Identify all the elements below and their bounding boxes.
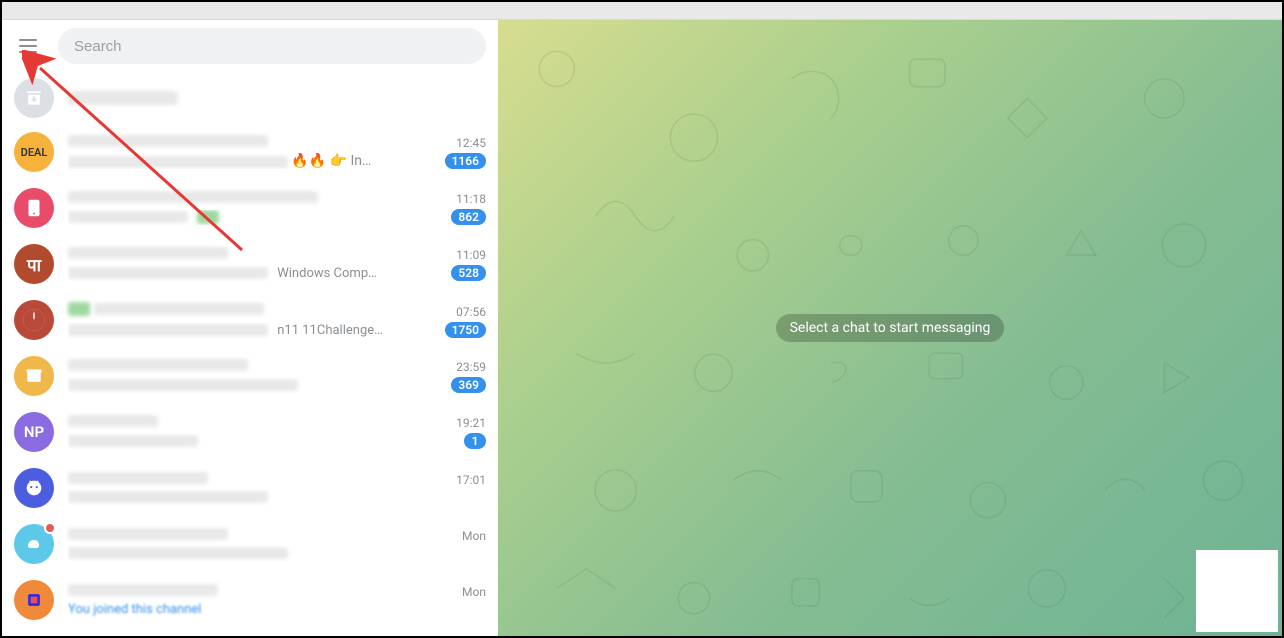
avatar (14, 524, 54, 564)
avatar (14, 468, 54, 508)
chat-row[interactable]: DEAL 12:45 🔥🔥 👉 In… 1166 (2, 124, 498, 180)
content: DEAL 12:45 🔥🔥 👉 In… 1166 (2, 20, 1282, 636)
chat-message (68, 434, 456, 449)
empty-state-message: Select a chat to start messaging (776, 314, 1005, 342)
avatar (14, 580, 54, 620)
chat-row[interactable]: 11:18 862 (2, 180, 498, 236)
avatar (14, 300, 54, 340)
chat-message (68, 546, 486, 561)
sidebar-header (2, 20, 498, 72)
chat-time: 11:09 (456, 248, 486, 262)
chat-message: You joined this channel (68, 602, 486, 617)
archived-chats-row[interactable] (2, 72, 498, 124)
sidebar: DEAL 12:45 🔥🔥 👉 In… 1166 (2, 20, 498, 636)
unread-badge: 1166 (445, 153, 486, 169)
chat-row[interactable]: 07:56 n11 11Challenge… 1750 (2, 292, 498, 348)
chat-message: Windows Comp… (68, 266, 443, 281)
chat-name-blurred (68, 584, 218, 596)
chat-time: 11:18 (456, 192, 486, 206)
unread-badge: 862 (451, 209, 486, 225)
chat-time: Mon (462, 529, 486, 543)
archive-icon (14, 78, 54, 118)
chat-time: 23:59 (456, 360, 486, 374)
chat-message: n11 11Challenge… (68, 323, 437, 338)
avatar: NP (14, 412, 54, 452)
menu-button[interactable] (10, 28, 46, 64)
chat-row[interactable]: पा 11:09 Windows Comp… 528 (2, 236, 498, 292)
avatar (14, 188, 54, 228)
chat-name-blurred (68, 359, 248, 371)
unread-badge: 369 (451, 377, 486, 393)
chat-message: 🔥🔥 👉 In… (68, 153, 437, 169)
chat-name-blurred (68, 135, 268, 147)
notification-dot (44, 522, 56, 534)
titlebar (2, 2, 1282, 20)
chat-message (68, 490, 486, 505)
avatar: पा (14, 244, 54, 284)
chat-name-blurred (68, 472, 208, 484)
unread-badge: 1750 (445, 322, 486, 338)
chat-row[interactable]: NP 19:21 1 (2, 404, 498, 460)
chat-row[interactable]: Mon You joined this channel (2, 572, 498, 628)
chat-row[interactable]: 17:01 (2, 460, 498, 516)
chat-row[interactable]: 23:59 369 (2, 348, 498, 404)
chat-name-blurred (68, 247, 228, 259)
unread-badge: 1 (464, 433, 486, 449)
chat-name-blurred (68, 528, 228, 540)
chat-time: Mon (462, 585, 486, 599)
chat-time: 17:01 (456, 473, 486, 487)
search-input[interactable] (58, 28, 486, 64)
chat-message (68, 378, 443, 393)
chat-time: 12:45 (456, 136, 486, 150)
chat-list[interactable]: DEAL 12:45 🔥🔥 👉 In… 1166 (2, 72, 498, 636)
chat-time: 07:56 (456, 305, 486, 319)
white-overlay (1196, 550, 1278, 632)
main-panel: Select a chat to start messaging (498, 20, 1282, 636)
chat-row[interactable]: Mon (2, 516, 498, 572)
chat-message (68, 210, 443, 225)
chat-time: 19:21 (456, 416, 486, 430)
app-window: DEAL 12:45 🔥🔥 👉 In… 1166 (0, 0, 1284, 638)
chat-name-blurred (68, 415, 158, 427)
avatar: DEAL (14, 132, 54, 172)
chat-name-blurred (68, 191, 318, 203)
unread-badge: 528 (451, 265, 486, 281)
archive-label-blurred (68, 91, 178, 105)
avatar (14, 356, 54, 396)
